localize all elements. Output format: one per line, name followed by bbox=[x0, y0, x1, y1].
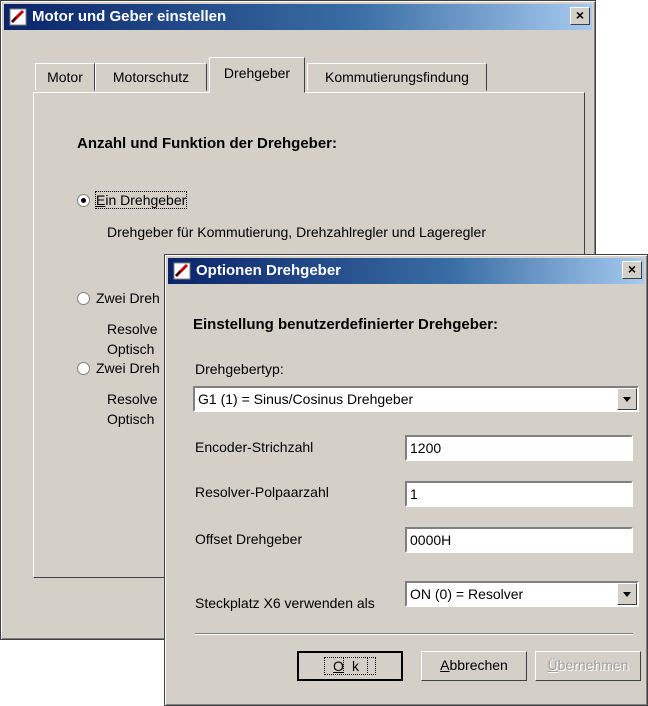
dialog-heading: Einstellung benutzerdefinierter Drehgebe… bbox=[193, 316, 499, 333]
apply-button[interactable]: Übernehmen bbox=[535, 651, 641, 681]
radio-description: Resolve bbox=[107, 321, 158, 337]
radio-description: Optisch bbox=[107, 411, 155, 427]
radio-label: Ein Drehgeber bbox=[94, 191, 188, 209]
slot-x6-label: Steckplatz X6 verwenden als bbox=[195, 595, 375, 611]
dialog-title-bar[interactable]: Optionen Drehgeber × bbox=[168, 258, 644, 284]
main-close-button[interactable]: × bbox=[570, 7, 590, 25]
dialog-title: Optionen Drehgeber bbox=[196, 262, 342, 279]
slot-x6-select[interactable]: ON (0) = Resolver bbox=[405, 581, 639, 607]
radio-button-checked[interactable] bbox=[77, 194, 90, 207]
encoder-type-label: Drehgebertyp: bbox=[195, 361, 284, 377]
close-icon: × bbox=[575, 7, 585, 23]
dialog-close-button[interactable]: × bbox=[622, 261, 642, 279]
app-icon bbox=[9, 8, 27, 26]
section-title: Anzahl und Funktion der Drehgeber: bbox=[77, 135, 338, 152]
radio-description: Resolve bbox=[107, 391, 158, 407]
chevron-down-icon[interactable] bbox=[617, 583, 637, 605]
options-dialog: Optionen Drehgeber × Einstellung benutze… bbox=[164, 254, 648, 706]
radio-description: Optisch bbox=[107, 341, 155, 357]
main-title-bar[interactable]: Motor und Geber einstellen × bbox=[4, 4, 592, 30]
radio-description: Drehgeber für Kommutierung, Drehzahlregl… bbox=[107, 224, 486, 240]
ok-button[interactable]: Ok bbox=[297, 651, 403, 681]
tab-drehgeber[interactable]: Drehgeber bbox=[209, 57, 305, 93]
radio-two-encoders-b[interactable]: Zwei Dreh bbox=[77, 360, 160, 376]
encoder-lines-label: Encoder-Strichzahl bbox=[195, 439, 314, 455]
resolver-polepairs-label: Resolver-Polpaarzahl bbox=[195, 484, 329, 500]
encoder-lines-field[interactable]: 1200 bbox=[405, 435, 633, 461]
chevron-down-icon[interactable] bbox=[617, 388, 637, 410]
tab-kommutierungsfindung[interactable]: Kommutierungsfindung bbox=[307, 63, 487, 91]
main-window-title: Motor und Geber einstellen bbox=[32, 8, 227, 25]
radio-two-encoders-a[interactable]: Zwei Dreh bbox=[77, 290, 160, 306]
radio-button[interactable] bbox=[77, 292, 90, 305]
tab-motorschutz[interactable]: Motorschutz bbox=[95, 63, 207, 91]
app-icon bbox=[173, 262, 191, 280]
radio-one-encoder[interactable]: Ein Drehgeber bbox=[77, 191, 188, 209]
close-icon: × bbox=[627, 261, 637, 277]
cancel-button[interactable]: Abbrechen bbox=[421, 651, 527, 681]
radio-button[interactable] bbox=[77, 362, 90, 375]
tab-motor[interactable]: Motor bbox=[35, 63, 95, 91]
resolver-polepairs-field[interactable]: 1 bbox=[405, 481, 633, 507]
encoder-offset-field[interactable]: 0000H bbox=[405, 527, 633, 553]
encoder-type-select[interactable]: G1 (1) = Sinus/Cosinus Drehgeber bbox=[193, 386, 639, 412]
separator bbox=[195, 633, 633, 635]
encoder-offset-label: Offset Drehgeber bbox=[195, 531, 303, 547]
